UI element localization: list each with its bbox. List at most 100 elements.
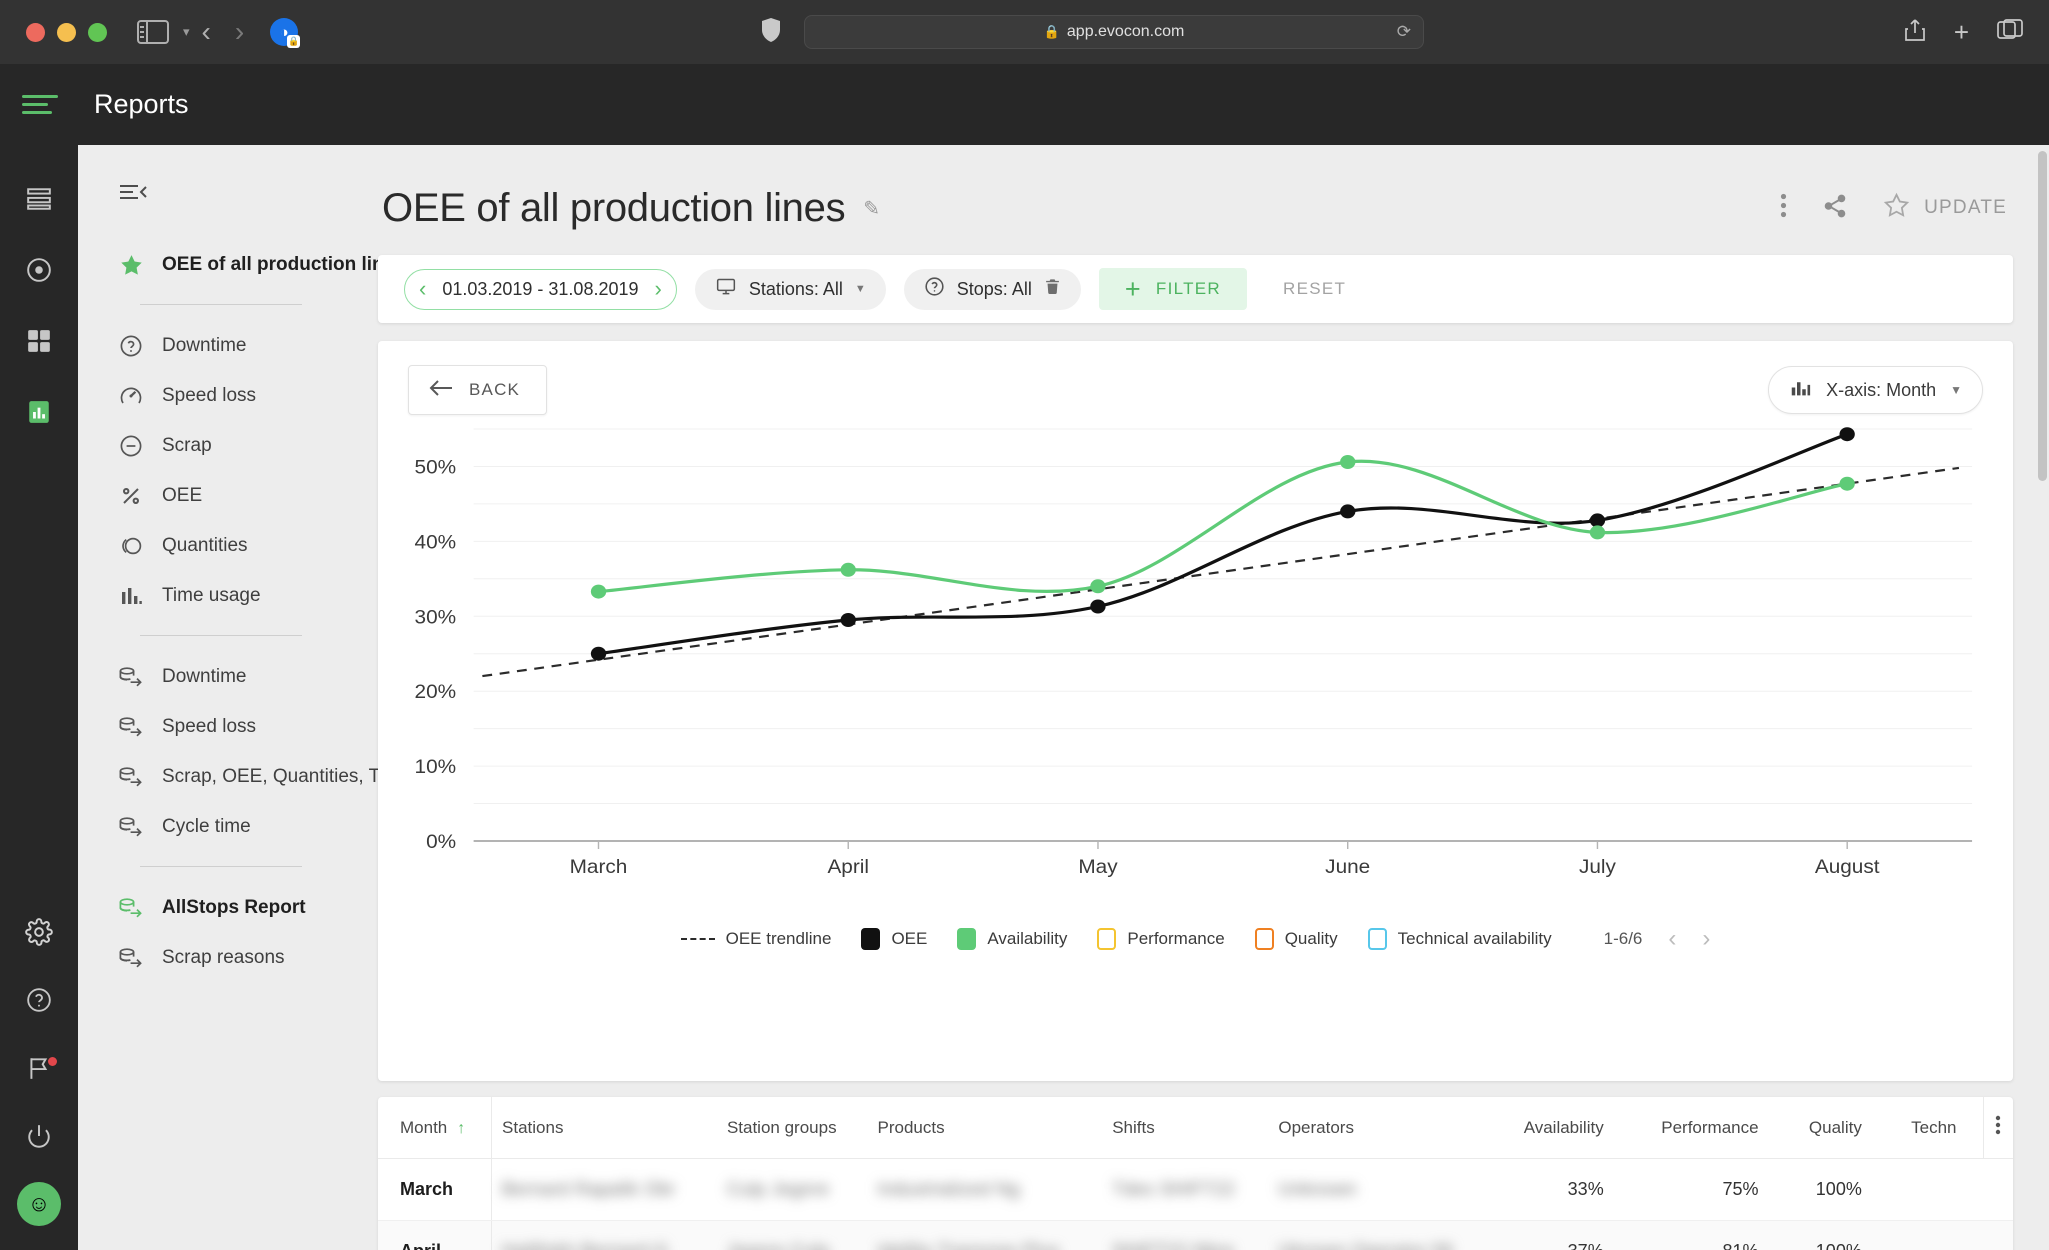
sort-ascending-icon[interactable]: ↑ bbox=[457, 1120, 465, 1137]
target-icon[interactable] bbox=[17, 248, 61, 292]
sidebar-item-scrap-oee-quantities-ti[interactable]: Scrap, OEE, Quantities, Ti... bbox=[78, 752, 400, 802]
settings-gear-icon[interactable] bbox=[17, 910, 61, 954]
back-button[interactable]: BACK bbox=[408, 365, 548, 415]
table-row[interactable]: March Bernard Rapalik Obr Culp Jegnre Indus… bbox=[378, 1158, 2013, 1221]
share-icon[interactable] bbox=[1821, 193, 1849, 224]
update-button[interactable]: UPDATE bbox=[1883, 192, 2007, 225]
data-point[interactable] bbox=[1589, 525, 1606, 540]
trash-icon[interactable] bbox=[1044, 277, 1061, 301]
collapse-sidebar-icon[interactable] bbox=[78, 181, 148, 208]
legend-item-quality[interactable]: Quality bbox=[1254, 928, 1338, 950]
chevron-right-icon[interactable]: › bbox=[1702, 925, 1710, 953]
minus-circle-icon bbox=[118, 433, 144, 459]
sidebar-item-allstops-report[interactable]: AllStops Report bbox=[78, 883, 348, 933]
page-scrollbar[interactable] bbox=[2038, 151, 2047, 481]
data-point[interactable] bbox=[590, 584, 607, 599]
arrow-left-icon bbox=[429, 379, 453, 402]
back-arrow-icon[interactable]: ‹ bbox=[190, 16, 223, 48]
share-icon[interactable] bbox=[1904, 18, 1926, 47]
sidebar-item-label: Time usage bbox=[162, 585, 261, 606]
column-header-station-groups[interactable]: Station groups bbox=[716, 1097, 868, 1159]
reload-icon[interactable]: ⟳ bbox=[1397, 22, 1411, 42]
legend-item-oee-trendline[interactable]: OEE trendline bbox=[680, 929, 831, 949]
data-point[interactable] bbox=[1839, 476, 1855, 491]
close-window-button[interactable] bbox=[26, 22, 45, 42]
sidebar-item-downtime[interactable]: Downtime bbox=[78, 652, 348, 702]
legend-item-oee[interactable]: OEE bbox=[861, 928, 927, 950]
sidebar-item-oee[interactable]: OEE bbox=[78, 471, 348, 521]
shield-icon[interactable] bbox=[760, 17, 782, 48]
update-label: UPDATE bbox=[1924, 197, 2007, 218]
reset-filters-button[interactable]: RESET bbox=[1265, 279, 1364, 299]
user-avatar[interactable]: ☺ bbox=[17, 1182, 61, 1226]
legend-label: Availability bbox=[987, 929, 1068, 948]
series-oee-trendline bbox=[482, 466, 1960, 678]
reports-icon[interactable] bbox=[17, 390, 61, 434]
data-point[interactable] bbox=[1340, 455, 1356, 469]
help-icon[interactable] bbox=[17, 978, 61, 1022]
sidebar-item-label: OEE bbox=[162, 485, 203, 506]
column-header-techn[interactable]: Techn bbox=[1887, 1097, 1983, 1159]
address-bar[interactable]: 🔒 app.evocon.com ⟳ bbox=[804, 15, 1424, 49]
table-row[interactable]: April Halifinkh Bernard G Jegnre Culp Idell… bbox=[378, 1220, 2013, 1250]
data-point[interactable] bbox=[1839, 427, 1855, 442]
maximize-window-button[interactable] bbox=[88, 22, 107, 42]
plus-icon[interactable]: + bbox=[1954, 17, 1969, 48]
stations-filter-chip[interactable]: Stations: All ▼ bbox=[694, 268, 886, 310]
app-title: Reports bbox=[94, 89, 189, 119]
tab-favicon[interactable]: ◑ 🔒 bbox=[270, 18, 301, 48]
forward-arrow-icon[interactable]: › bbox=[223, 16, 256, 48]
stops-filter-chip[interactable]: Stops: All bbox=[903, 268, 1081, 310]
sidebar-toggle-icon[interactable] bbox=[137, 20, 169, 44]
chevron-left-icon[interactable]: ‹ bbox=[1668, 925, 1676, 953]
plus-icon: + bbox=[1124, 273, 1142, 304]
sidebar-item-time-usage[interactable]: Time usage bbox=[78, 571, 348, 621]
tab-overview-icon[interactable] bbox=[1997, 18, 2023, 46]
data-point[interactable] bbox=[840, 613, 856, 627]
dashboard-icon[interactable] bbox=[17, 177, 61, 221]
data-point[interactable] bbox=[1090, 579, 1106, 594]
legend-item-technical-availability[interactable]: Technical availability bbox=[1367, 928, 1552, 950]
data-point[interactable] bbox=[1589, 513, 1606, 528]
column-header-shifts[interactable]: Shifts bbox=[1102, 1097, 1269, 1159]
add-filter-button[interactable]: + FILTER bbox=[1098, 268, 1248, 310]
chart-pagination: 1-6/6 ‹ › bbox=[1604, 925, 1711, 953]
column-header-performance[interactable]: Performance bbox=[1629, 1097, 1785, 1159]
more-vertical-icon[interactable] bbox=[1780, 193, 1787, 223]
data-point[interactable] bbox=[590, 646, 607, 661]
chevron-down-icon[interactable]: ▼ bbox=[1950, 383, 1962, 397]
cell-station-groups: Culp Jegnre bbox=[716, 1158, 868, 1221]
sidebar-item-speed-loss[interactable]: Speed loss bbox=[78, 702, 348, 752]
column-header-month[interactable]: Month ↑ bbox=[378, 1097, 493, 1159]
sidebar-item-cycle-time[interactable]: Cycle time bbox=[78, 802, 348, 852]
column-header-stations[interactable]: Stations bbox=[491, 1097, 717, 1159]
column-header-label: Shifts bbox=[1112, 1117, 1155, 1137]
xaxis-selector[interactable]: X-axis: Month ▼ bbox=[1768, 366, 1983, 414]
hamburger-menu-icon[interactable] bbox=[22, 95, 58, 114]
pencil-icon[interactable]: ✎ bbox=[863, 196, 880, 221]
chevron-down-icon[interactable]: ▼ bbox=[855, 283, 866, 295]
minimize-window-button[interactable] bbox=[57, 22, 76, 42]
column-header-availability[interactable]: Availability bbox=[1494, 1097, 1630, 1159]
sidebar-item-scrap[interactable]: Scrap bbox=[78, 421, 348, 471]
date-range-chip[interactable]: ‹ 01.03.2019 - 31.08.2019 › bbox=[404, 268, 677, 310]
chevron-left-icon[interactable]: ‹ bbox=[419, 278, 426, 300]
flag-icon[interactable] bbox=[17, 1046, 61, 1090]
sidebar-item-speed-loss[interactable]: Speed loss bbox=[78, 371, 348, 421]
power-icon[interactable] bbox=[17, 1114, 61, 1158]
table-options-button[interactable] bbox=[1982, 1097, 2013, 1159]
sidebar-item-scrap-reasons[interactable]: Scrap reasons bbox=[78, 933, 348, 983]
sidebar-item-downtime[interactable]: Downtime bbox=[78, 321, 348, 371]
column-header-operators[interactable]: Operators bbox=[1268, 1097, 1495, 1159]
sidebar-item-oee-of-all-production-lines[interactable]: OEE of all production lines bbox=[78, 240, 405, 290]
data-point[interactable] bbox=[840, 562, 856, 577]
data-point[interactable] bbox=[1090, 599, 1106, 614]
sidebar-item-quantities[interactable]: Quantities bbox=[78, 521, 348, 571]
data-point[interactable] bbox=[1340, 504, 1356, 519]
legend-item-performance[interactable]: Performance bbox=[1097, 928, 1225, 950]
chevron-right-icon[interactable]: › bbox=[655, 278, 662, 300]
column-header-products[interactable]: Products bbox=[867, 1097, 1103, 1159]
legend-item-availability[interactable]: Availability bbox=[957, 928, 1067, 950]
apps-grid-icon[interactable] bbox=[17, 319, 61, 363]
column-header-quality[interactable]: Quality bbox=[1784, 1097, 1888, 1159]
